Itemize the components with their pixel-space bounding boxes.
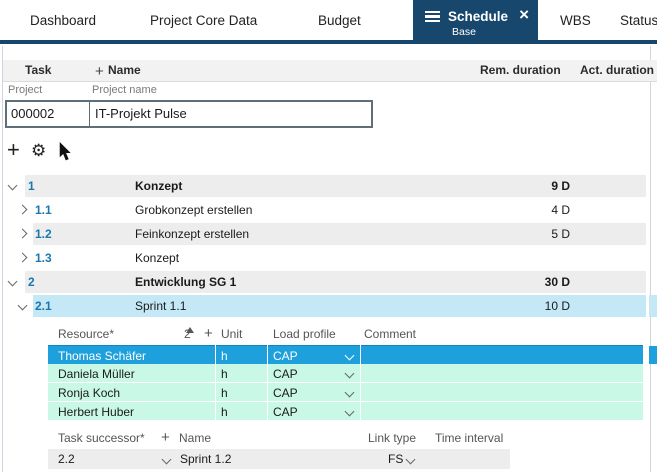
col-task-successor[interactable]: Task successor* <box>58 431 145 445</box>
project-field-group: 000002 IT-Projekt Pulse <box>5 100 373 128</box>
add-successor-icon[interactable]: + <box>161 429 170 446</box>
col-unit[interactable]: Unit <box>221 327 242 341</box>
chevron-down-icon[interactable] <box>345 407 355 417</box>
resource-row-selected[interactable]: Thomas Schäfer h CAP <box>48 345 643 364</box>
col-time-interval[interactable]: Time interval <box>435 431 503 445</box>
tab-project-core-data[interactable]: Project Core Data <box>150 9 257 33</box>
col-resource[interactable]: Resource* <box>58 327 114 341</box>
chevron-down-icon[interactable] <box>8 277 18 287</box>
add-column-icon[interactable]: + <box>95 63 104 80</box>
menu-icon[interactable] <box>425 11 440 22</box>
col-comment[interactable]: Comment <box>364 327 416 341</box>
chevron-down-icon[interactable] <box>162 455 172 465</box>
resource-row[interactable]: Daniela Müller h CAP <box>48 364 643 383</box>
add-resource-icon[interactable]: + <box>204 325 213 342</box>
tab-schedule[interactable]: Schedule × Base <box>413 0 538 44</box>
task-row[interactable]: 1 Konzept 9 D <box>0 174 657 198</box>
resource-row[interactable]: Herbert Huber h CAP <box>48 402 643 421</box>
tab-schedule-sublabel: Base <box>452 26 476 38</box>
tab-wbs[interactable]: WBS <box>560 9 591 33</box>
col-rem-duration: Rem. duration <box>480 63 561 77</box>
successor-row[interactable]: 2.2 Sprint 1.2 FS <box>48 449 510 469</box>
col-load-profile[interactable]: Load profile <box>273 327 336 341</box>
col-successor-name[interactable]: Name <box>179 431 211 445</box>
sort-asc-icon <box>186 327 194 333</box>
chevron-down-icon[interactable] <box>345 369 355 379</box>
chevron-down-icon[interactable] <box>345 351 355 361</box>
project-id-label: Project <box>8 84 42 96</box>
col-link-type[interactable]: Link type <box>368 431 416 445</box>
task-row[interactable]: 2 Entwicklung SG 1 30 D <box>0 270 657 294</box>
task-row[interactable]: 1.1 Grobkonzept erstellen 4 D <box>0 198 657 222</box>
tab-budget[interactable]: Budget <box>318 9 361 33</box>
chevron-down-icon[interactable] <box>345 388 355 398</box>
chevron-down-icon[interactable] <box>18 301 28 311</box>
app-window: Dashboard Project Core Data Budget Sched… <box>0 0 657 472</box>
tab-status[interactable]: Status <box>620 9 657 33</box>
tab-dashboard[interactable]: Dashboard <box>30 9 96 33</box>
chevron-right-icon[interactable] <box>18 229 28 239</box>
tab-schedule-label: Schedule <box>448 9 508 24</box>
add-task-icon[interactable]: + <box>7 137 20 163</box>
chevron-right-icon[interactable] <box>18 205 28 215</box>
project-name-label: Project name <box>92 84 157 96</box>
close-icon[interactable]: × <box>519 5 529 25</box>
task-table-header: Task + Name Rem. duration Act. duration <box>3 60 657 82</box>
resource-row-selected-edge <box>649 346 657 364</box>
project-id-field[interactable]: 000002 <box>7 102 90 126</box>
col-task: Task <box>25 63 51 77</box>
gear-icon[interactable]: ⚙ <box>31 141 46 161</box>
chevron-right-icon[interactable] <box>18 253 28 263</box>
resource-row[interactable]: Ronja Koch h CAP <box>48 383 643 402</box>
col-act-duration: Act. duration <box>580 63 654 77</box>
col-name: Name <box>108 63 141 77</box>
cursor-icon[interactable] <box>58 142 72 161</box>
tab-bar: Dashboard Project Core Data Budget Sched… <box>0 0 657 44</box>
chevron-down-icon[interactable] <box>406 455 416 465</box>
task-row[interactable]: 1.3 Konzept <box>0 246 657 270</box>
project-name-field[interactable]: IT-Projekt Pulse <box>90 102 371 126</box>
task-row[interactable]: 1.2 Feinkonzept erstellen 5 D <box>0 222 657 246</box>
task-row-selected[interactable]: 2.1 Sprint 1.1 10 D <box>0 294 657 318</box>
chevron-down-icon[interactable] <box>8 181 18 191</box>
